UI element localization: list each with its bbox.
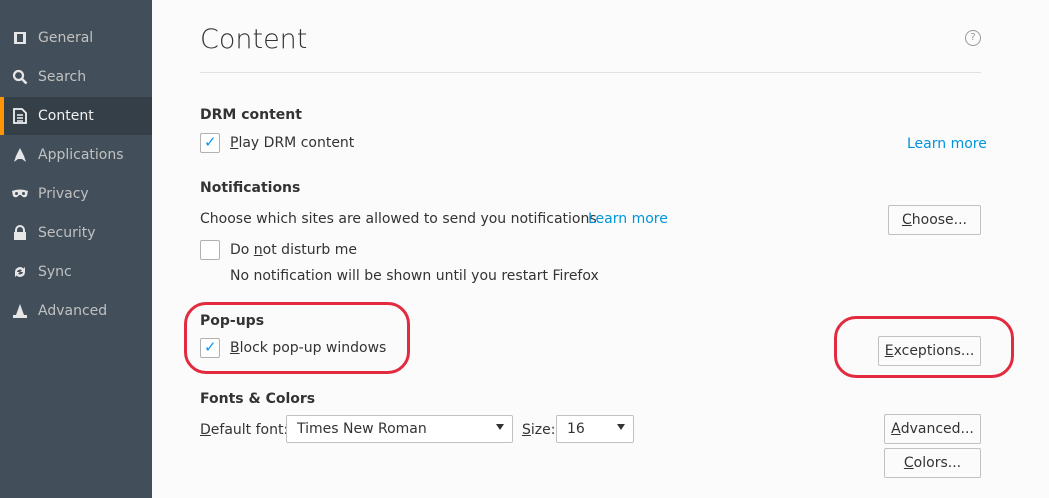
- content-pane: Content ? DRM content Play DRM content L…: [152, 0, 1049, 498]
- annotation-circle-exceptions: [834, 316, 1014, 378]
- page-title: Content: [200, 24, 308, 55]
- advanced-fonts-button[interactable]: Advanced...: [884, 414, 981, 444]
- applications-icon: [12, 147, 28, 163]
- sidebar-item-content[interactable]: Content: [0, 97, 152, 135]
- sidebar-item-applications[interactable]: Applications: [0, 136, 152, 174]
- sidebar-item-sync[interactable]: Sync: [0, 253, 152, 291]
- title-divider: [200, 72, 981, 73]
- font-size-value: 16: [567, 421, 585, 437]
- annotation-circle-popups: [184, 302, 410, 374]
- size-label: Size:: [522, 422, 556, 438]
- drm-heading: DRM content: [200, 107, 302, 123]
- default-font-label: Default font:: [200, 422, 289, 438]
- play-drm-label: Play DRM content: [230, 135, 355, 151]
- do-not-disturb-note: No notification will be shown until you …: [230, 268, 599, 284]
- search-icon: [12, 69, 28, 85]
- fonts-colors-heading: Fonts & Colors: [200, 391, 316, 407]
- choose-button[interactable]: Choose...: [888, 205, 981, 235]
- sidebar-item-general[interactable]: General: [0, 19, 152, 57]
- sync-icon: [12, 264, 28, 280]
- notifications-learn-more-link[interactable]: Learn more: [588, 211, 668, 227]
- default-font-value: Times New Roman: [297, 421, 427, 437]
- content-icon: [12, 108, 28, 124]
- colors-button[interactable]: Colors...: [884, 448, 981, 478]
- drm-learn-more-link[interactable]: Learn more: [907, 136, 987, 152]
- general-icon: [12, 30, 28, 46]
- notifications-heading: Notifications: [200, 180, 301, 196]
- play-drm-checkbox[interactable]: [200, 133, 220, 153]
- sidebar-item-advanced[interactable]: Advanced: [0, 292, 152, 330]
- chevron-down-icon: [617, 424, 625, 430]
- help-icon[interactable]: ?: [965, 30, 981, 46]
- sidebar-item-privacy[interactable]: Privacy: [0, 175, 152, 213]
- security-lock-icon: [12, 225, 28, 241]
- font-size-select[interactable]: 16: [556, 415, 634, 443]
- chevron-down-icon: [496, 424, 504, 430]
- privacy-mask-icon: [12, 186, 28, 202]
- sidebar-item-security[interactable]: Security: [0, 214, 152, 252]
- do-not-disturb-label: Do not disturb me: [230, 242, 357, 258]
- do-not-disturb-checkbox[interactable]: [200, 240, 220, 260]
- notifications-description: Choose which sites are allowed to send y…: [200, 211, 597, 227]
- advanced-wizard-icon: [12, 303, 28, 319]
- sidebar-item-search[interactable]: Search: [0, 58, 152, 96]
- default-font-select[interactable]: Times New Roman: [286, 415, 513, 443]
- sidebar: General Search Content Applications Priv…: [0, 0, 152, 498]
